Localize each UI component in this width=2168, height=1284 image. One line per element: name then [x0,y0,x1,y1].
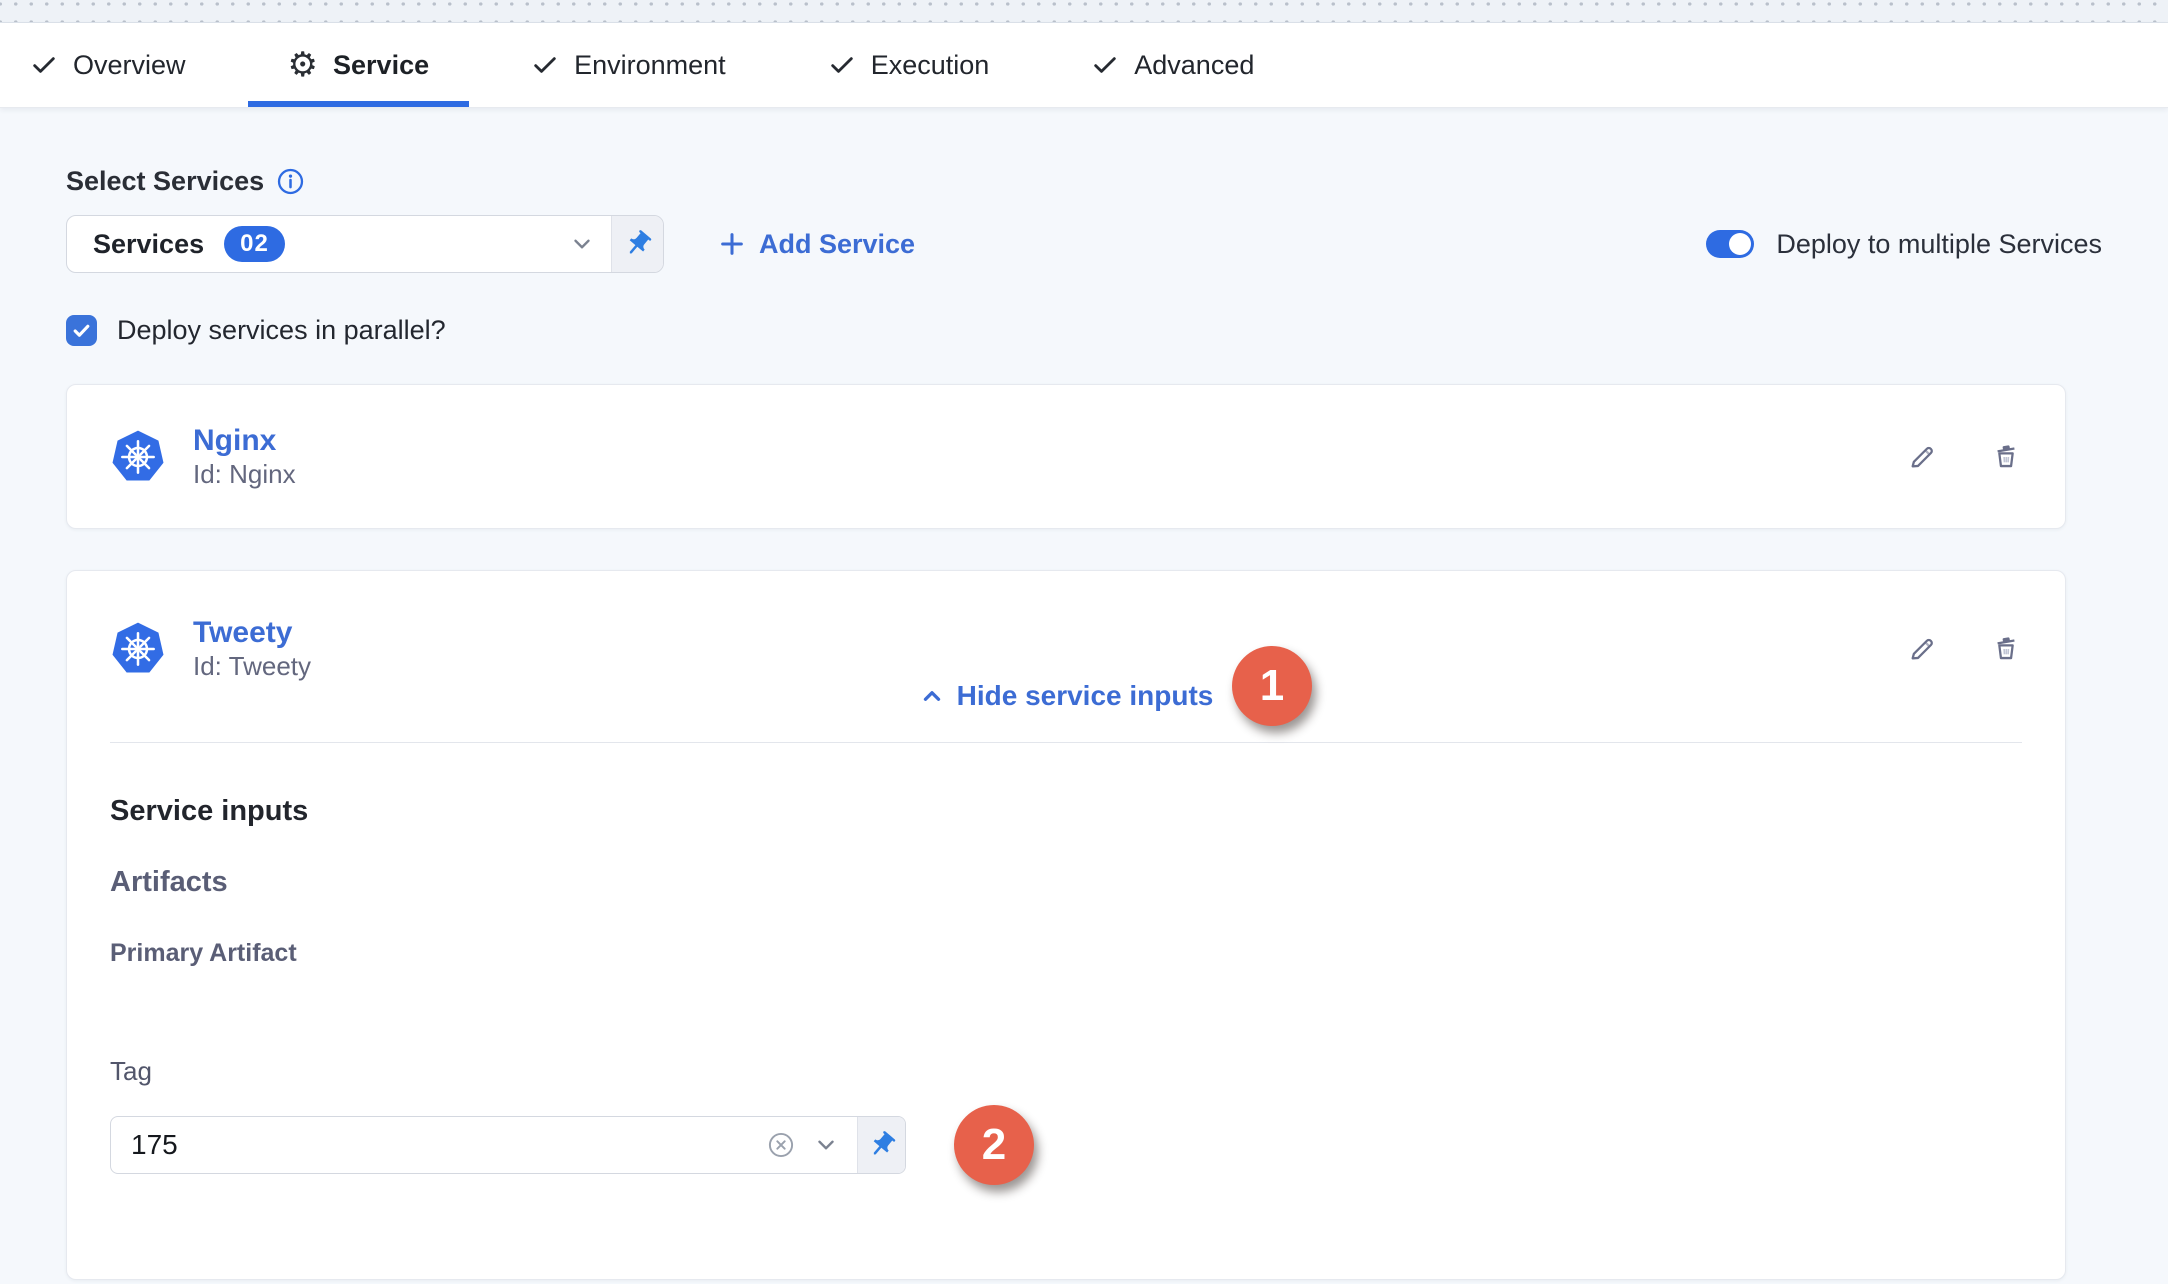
service-id-label: Id: Tweety [193,650,311,682]
edit-icon[interactable] [1906,441,1938,473]
artifacts-heading: Artifacts [110,866,2022,899]
service-name-link[interactable]: Nginx [193,424,296,458]
chevron-down-icon [569,231,595,257]
service-inputs-heading: Service inputs [110,795,2022,828]
parallel-checkbox[interactable] [66,315,97,346]
service-name-link[interactable]: Tweety [193,616,311,650]
clear-icon[interactable] [767,1131,795,1159]
services-dropdown[interactable]: Services 02 [66,215,664,273]
pipeline-canvas-strip [0,0,2168,23]
stage-tabbar: Overview ⚙ Service Environment Execution… [0,23,2168,108]
add-service-button[interactable]: Add Service [718,229,915,260]
tab-execution[interactable]: Execution [788,23,1030,107]
check-icon [531,51,559,79]
toggle-knob [1729,233,1751,255]
tab-label: Environment [574,50,726,81]
parallel-checkbox-label: Deploy services in parallel? [117,315,446,346]
tab-advanced[interactable]: Advanced [1051,23,1294,107]
tag-input[interactable] [111,1117,767,1173]
tab-overview[interactable]: Overview [0,23,226,107]
delete-icon[interactable] [1990,441,2022,473]
check-icon [1091,51,1119,79]
annotation-number: 2 [982,1120,1006,1170]
chevron-down-icon[interactable] [813,1132,839,1158]
tab-service[interactable]: ⚙ Service [248,23,470,107]
pin-icon [867,1130,897,1160]
edit-icon[interactable] [1906,633,1938,665]
tab-label: Overview [73,50,186,81]
deploy-multiple-label: Deploy to multiple Services [1776,229,2102,260]
delete-icon[interactable] [1990,633,2022,665]
gear-icon: ⚙ [288,48,318,82]
hide-service-inputs-link[interactable]: Hide service inputs [919,680,1214,712]
check-icon [71,320,92,341]
divider [110,742,2022,743]
tag-label: Tag [110,1056,2022,1087]
info-icon[interactable] [276,167,305,196]
service-card-nginx: Nginx Id: Nginx [66,384,2066,529]
select-services-label: Select Services [66,166,264,197]
kubernetes-icon [110,621,166,677]
primary-artifact-label: Primary Artifact [110,939,2022,968]
service-tab-content: Select Services Services 02 [0,108,2168,1284]
kubernetes-icon [110,429,166,485]
add-service-label: Add Service [759,229,915,260]
tab-label: Service [333,50,429,81]
annotation-step-2: 2 [954,1105,1034,1185]
service-config-panel: Overview ⚙ Service Environment Execution… [0,0,2168,1284]
tab-label: Advanced [1134,50,1254,81]
hide-service-inputs-label: Hide service inputs [957,680,1214,712]
tab-label: Execution [871,50,990,81]
chevron-up-icon [919,683,945,709]
tag-field [110,1116,906,1174]
check-icon [828,51,856,79]
services-dropdown-value: Services [93,229,204,260]
pin-button[interactable] [611,216,663,272]
plus-icon [718,230,746,258]
pin-button[interactable] [857,1117,905,1173]
tab-environment[interactable]: Environment [491,23,766,107]
pin-icon [623,229,653,259]
annotation-step-1: 1 [1232,646,1312,726]
deploy-multiple-toggle[interactable] [1706,230,1754,258]
annotation-number: 1 [1260,661,1284,711]
service-id-label: Id: Nginx [193,458,296,490]
check-icon [30,51,58,79]
service-card-tweety: Tweety Id: Tweety Hide service inputs 1 [66,570,2066,1280]
services-count-badge: 02 [224,226,285,262]
